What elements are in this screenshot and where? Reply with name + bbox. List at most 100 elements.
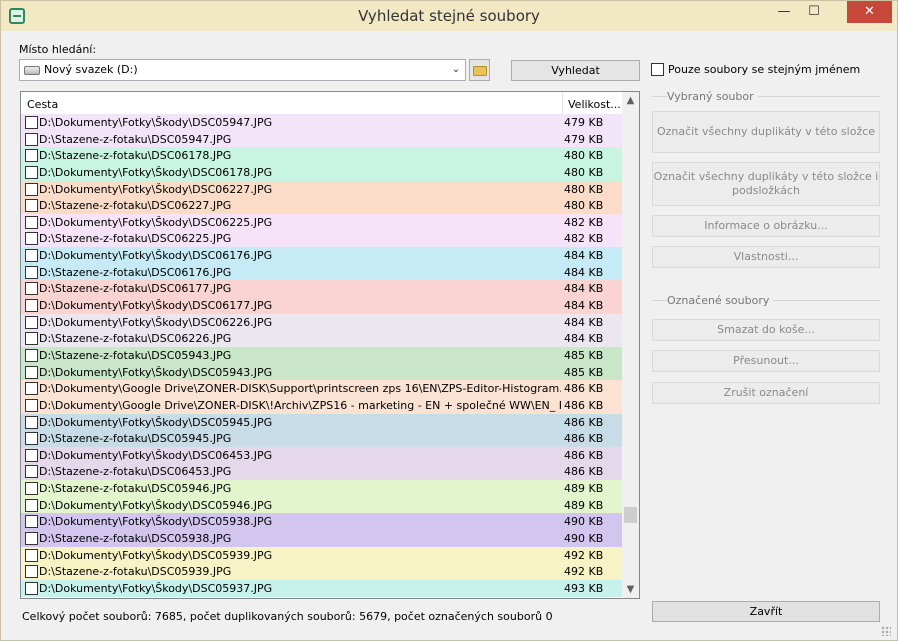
list-item[interactable]: D:\Dokumenty\Fotky\Škody\DSC05945.JPG 486… (21, 413, 622, 431)
close-window-button[interactable]: ✕ (847, 1, 892, 23)
list-item[interactable]: D:\Stazene-z-fotaku\DSC05945.JPG 486 KB (21, 430, 622, 447)
list-item[interactable]: D:\Stazene-z-fotaku\DSC05938.JPG 490 KB (21, 530, 622, 547)
row-checkbox[interactable] (25, 415, 38, 429)
column-header-size[interactable]: Velikost... (568, 98, 621, 111)
row-checkbox[interactable] (25, 249, 38, 263)
list-item[interactable]: D:\Dokumenty\Google Drive\ZONER-DISK\Sup… (21, 380, 622, 397)
list-item[interactable]: D:\Dokumenty\Fotky\Škody\DSC06177.JPG 484… (21, 297, 622, 314)
row-checkbox[interactable] (25, 232, 38, 246)
list-item[interactable]: D:\Dokumenty\Fotky\Škody\DSC05937.JPG 493… (21, 579, 622, 597)
file-path: D:\Dokumenty\Fotky\Škody\DSC05943.JPG (39, 365, 273, 379)
same-name-label: Pouze soubory se stejným jménem (668, 63, 861, 76)
list-item[interactable]: D:\Stazene-z-fotaku\DSC06225.JPG 482 KB (21, 230, 622, 248)
scroll-up-icon[interactable]: ▲ (622, 92, 639, 109)
mark-duplicates-subfolders-button[interactable]: Označit všechny duplikáty v této složce … (652, 162, 880, 206)
row-checkbox[interactable] (25, 182, 38, 196)
list-item[interactable]: D:\Stazene-z-fotaku\DSC05946.JPG 489 KB (21, 480, 622, 497)
column-header-path[interactable]: Cesta (27, 98, 58, 111)
row-checkbox[interactable] (25, 432, 38, 446)
close-button[interactable]: Zavřít (652, 601, 880, 622)
scroll-thumb[interactable] (624, 507, 637, 523)
row-checkbox[interactable] (25, 199, 38, 213)
list-item[interactable]: D:\Dokumenty\Fotky\Škody\DSC06453.JPG 486… (21, 446, 622, 464)
file-path: D:\Stazene-z-fotaku\DSC06176.JPG (39, 265, 232, 279)
row-checkbox[interactable] (25, 581, 38, 595)
list-item[interactable]: D:\Dokumenty\Google Drive\ZONER-DISK\!Ar… (21, 396, 622, 414)
row-checkbox[interactable] (25, 448, 38, 462)
list-item[interactable]: D:\Dokumenty\Fotky\Škody\DSC06178.JPG 480… (21, 163, 622, 181)
file-size: 490 KB (564, 532, 604, 546)
row-checkbox[interactable] (25, 548, 38, 562)
row-checkbox[interactable] (25, 299, 38, 313)
row-checkbox[interactable] (25, 498, 38, 512)
row-checkbox[interactable] (25, 565, 38, 579)
row-checkbox[interactable] (25, 365, 38, 379)
image-info-button[interactable]: Informace o obrázku... (652, 215, 880, 237)
file-size: 486 KB (564, 465, 604, 479)
row-checkbox[interactable] (25, 382, 38, 396)
resize-grip[interactable] (881, 626, 891, 636)
list-item[interactable]: D:\Stazene-z-fotaku\DSC06178.JPG 480 KB (21, 147, 622, 164)
list-item[interactable]: D:\Stazene-z-fotaku\DSC05943.JPG 485 KB (21, 346, 622, 364)
row-checkbox[interactable] (25, 348, 38, 362)
file-size: 484 KB (564, 332, 604, 346)
location-value: Nový svazek (D:) (44, 63, 138, 76)
row-checkbox[interactable] (25, 282, 38, 296)
row-checkbox[interactable] (25, 515, 38, 529)
row-checkbox[interactable] (25, 465, 38, 479)
list-item[interactable]: D:\Stazene-z-fotaku\DSC06453.JPG 486 KB (21, 463, 622, 481)
mark-duplicates-folder-button[interactable]: Označit všechny duplikáty v této složce (652, 111, 880, 153)
column-divider[interactable] (562, 92, 563, 114)
vertical-scrollbar[interactable]: ▲ ▼ (622, 92, 639, 598)
file-path: D:\Stazene-z-fotaku\DSC05945.JPG (39, 432, 232, 446)
list-item[interactable]: D:\Dokumenty\Fotky\Škody\DSC05939.JPG 492… (21, 546, 622, 564)
list-item[interactable]: D:\Dokumenty\Fotky\Škody\DSC06226.JPG 484… (21, 313, 622, 331)
row-checkbox[interactable] (25, 116, 38, 129)
list-item[interactable]: D:\Dokumenty\Fotky\Škody\DSC05946.JPG 489… (21, 496, 622, 514)
row-checkbox[interactable] (25, 215, 38, 229)
properties-button[interactable]: Vlastnosti... (652, 246, 880, 268)
row-checkbox[interactable] (25, 532, 38, 546)
list-item[interactable]: D:\Stazene-z-fotaku\DSC06177.JPG 484 KB (21, 280, 622, 298)
list-item[interactable]: D:\Stazene-z-fotaku\DSC06227.JPG 480 KB (21, 197, 622, 214)
list-item[interactable]: D:\Dokumenty\Fotky\Škody\DSC05947.JPG 479… (21, 114, 622, 131)
row-checkbox[interactable] (25, 332, 38, 346)
list-item[interactable]: D:\Dokumenty\Fotky\Škody\DSC05943.JPG 485… (21, 363, 622, 381)
file-path: D:\Dokumenty\Fotky\Škody\DSC06177.JPG (39, 299, 273, 313)
maximize-button[interactable]: ☐ (800, 1, 828, 23)
chevron-down-icon[interactable]: ⌄ (449, 62, 463, 78)
move-to-trash-button[interactable]: Smazat do koše... (652, 319, 880, 341)
browse-folder-button[interactable] (469, 59, 490, 81)
row-checkbox[interactable] (25, 165, 38, 179)
list-item[interactable]: D:\Dokumenty\Fotky\Škody\DSC06227.JPG 480… (21, 180, 622, 198)
minimize-button[interactable]: — (770, 1, 798, 23)
row-checkbox[interactable] (25, 132, 38, 146)
row-checkbox[interactable] (25, 149, 38, 163)
scroll-down-icon[interactable]: ▼ (622, 581, 639, 598)
list-item[interactable]: D:\Dokumenty\Fotky\Škody\DSC05938.JPG 490… (21, 513, 622, 531)
list-item[interactable]: D:\Stazene-z-fotaku\DSC05947.JPG 479 KB (21, 130, 622, 148)
row-checkbox[interactable] (25, 398, 38, 412)
duplicates-list[interactable]: Cesta Velikost... D:\Dokumenty\Fotky\Ško… (20, 91, 640, 599)
file-size: 492 KB (564, 565, 604, 579)
file-path: D:\Dokumenty\Fotky\Škody\DSC05937.JPG (39, 581, 273, 595)
row-checkbox[interactable] (25, 315, 38, 329)
selected-file-group-label: Vybraný soubor (667, 90, 758, 103)
location-dropdown[interactable]: Nový svazek (D:) ⌄ (19, 59, 466, 81)
list-item[interactable]: D:\Stazene-z-fotaku\DSC06226.JPG 484 KB (21, 330, 622, 347)
list-item[interactable]: D:\Dokumenty\Fotky\Škody\DSC06176.JPG 484… (21, 247, 622, 264)
unmark-button[interactable]: Zrušit označení (652, 382, 880, 404)
search-button[interactable]: Vyhledat (511, 60, 640, 81)
file-size: 485 KB (564, 348, 604, 362)
list-item[interactable]: D:\Stazene-z-fotaku\DSC06176.JPG 484 KB (21, 263, 622, 281)
list-header: Cesta Velikost... (21, 92, 622, 114)
list-item[interactable]: D:\Dokumenty\Fotky\Škody\DSC06225.JPG 482… (21, 213, 622, 231)
file-size: 479 KB (564, 116, 604, 129)
list-item[interactable]: D:\Stazene-z-fotaku\DSC05939.JPG 492 KB (21, 563, 622, 580)
find-duplicates-dialog: Vyhledat stejné soubory — ☐ ✕ Místo hled… (0, 0, 898, 641)
file-path: D:\Stazene-z-fotaku\DSC05943.JPG (39, 348, 232, 362)
move-button[interactable]: Přesunout... (652, 350, 880, 372)
row-checkbox[interactable] (25, 482, 38, 496)
same-name-checkbox[interactable] (651, 63, 664, 76)
row-checkbox[interactable] (25, 265, 38, 279)
